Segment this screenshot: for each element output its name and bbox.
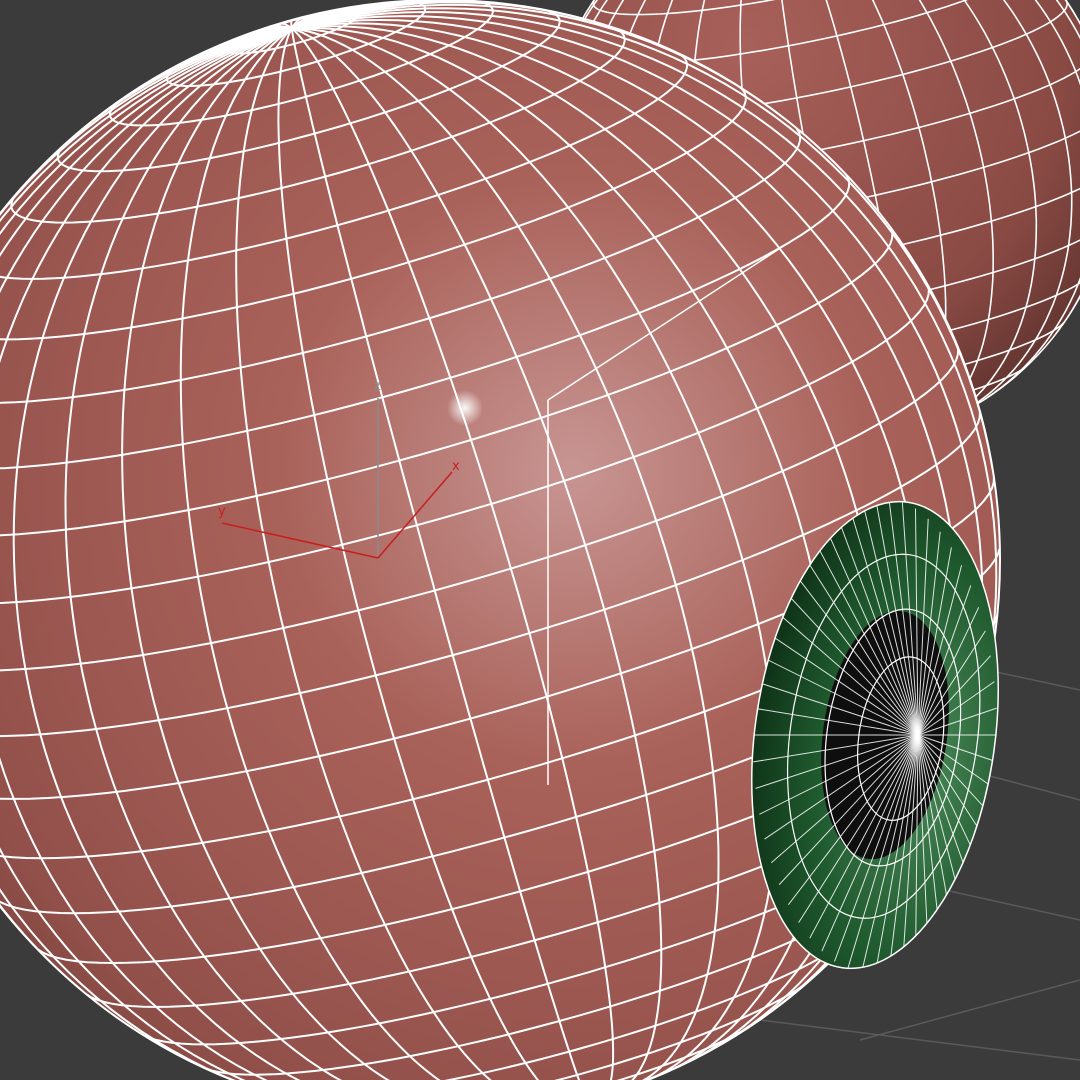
viewport-scene[interactable]: z y x bbox=[0, 0, 1080, 1080]
specular-highlight bbox=[447, 390, 483, 426]
grid-line bbox=[759, 1019, 1080, 1061]
grid-line bbox=[859, 979, 1080, 1041]
gizmo-label-x: x bbox=[452, 459, 460, 474]
gizmo-label-z: z bbox=[374, 379, 381, 394]
gizmo-label-y: y bbox=[218, 504, 226, 519]
3d-viewport[interactable]: z y x bbox=[0, 0, 1080, 1080]
